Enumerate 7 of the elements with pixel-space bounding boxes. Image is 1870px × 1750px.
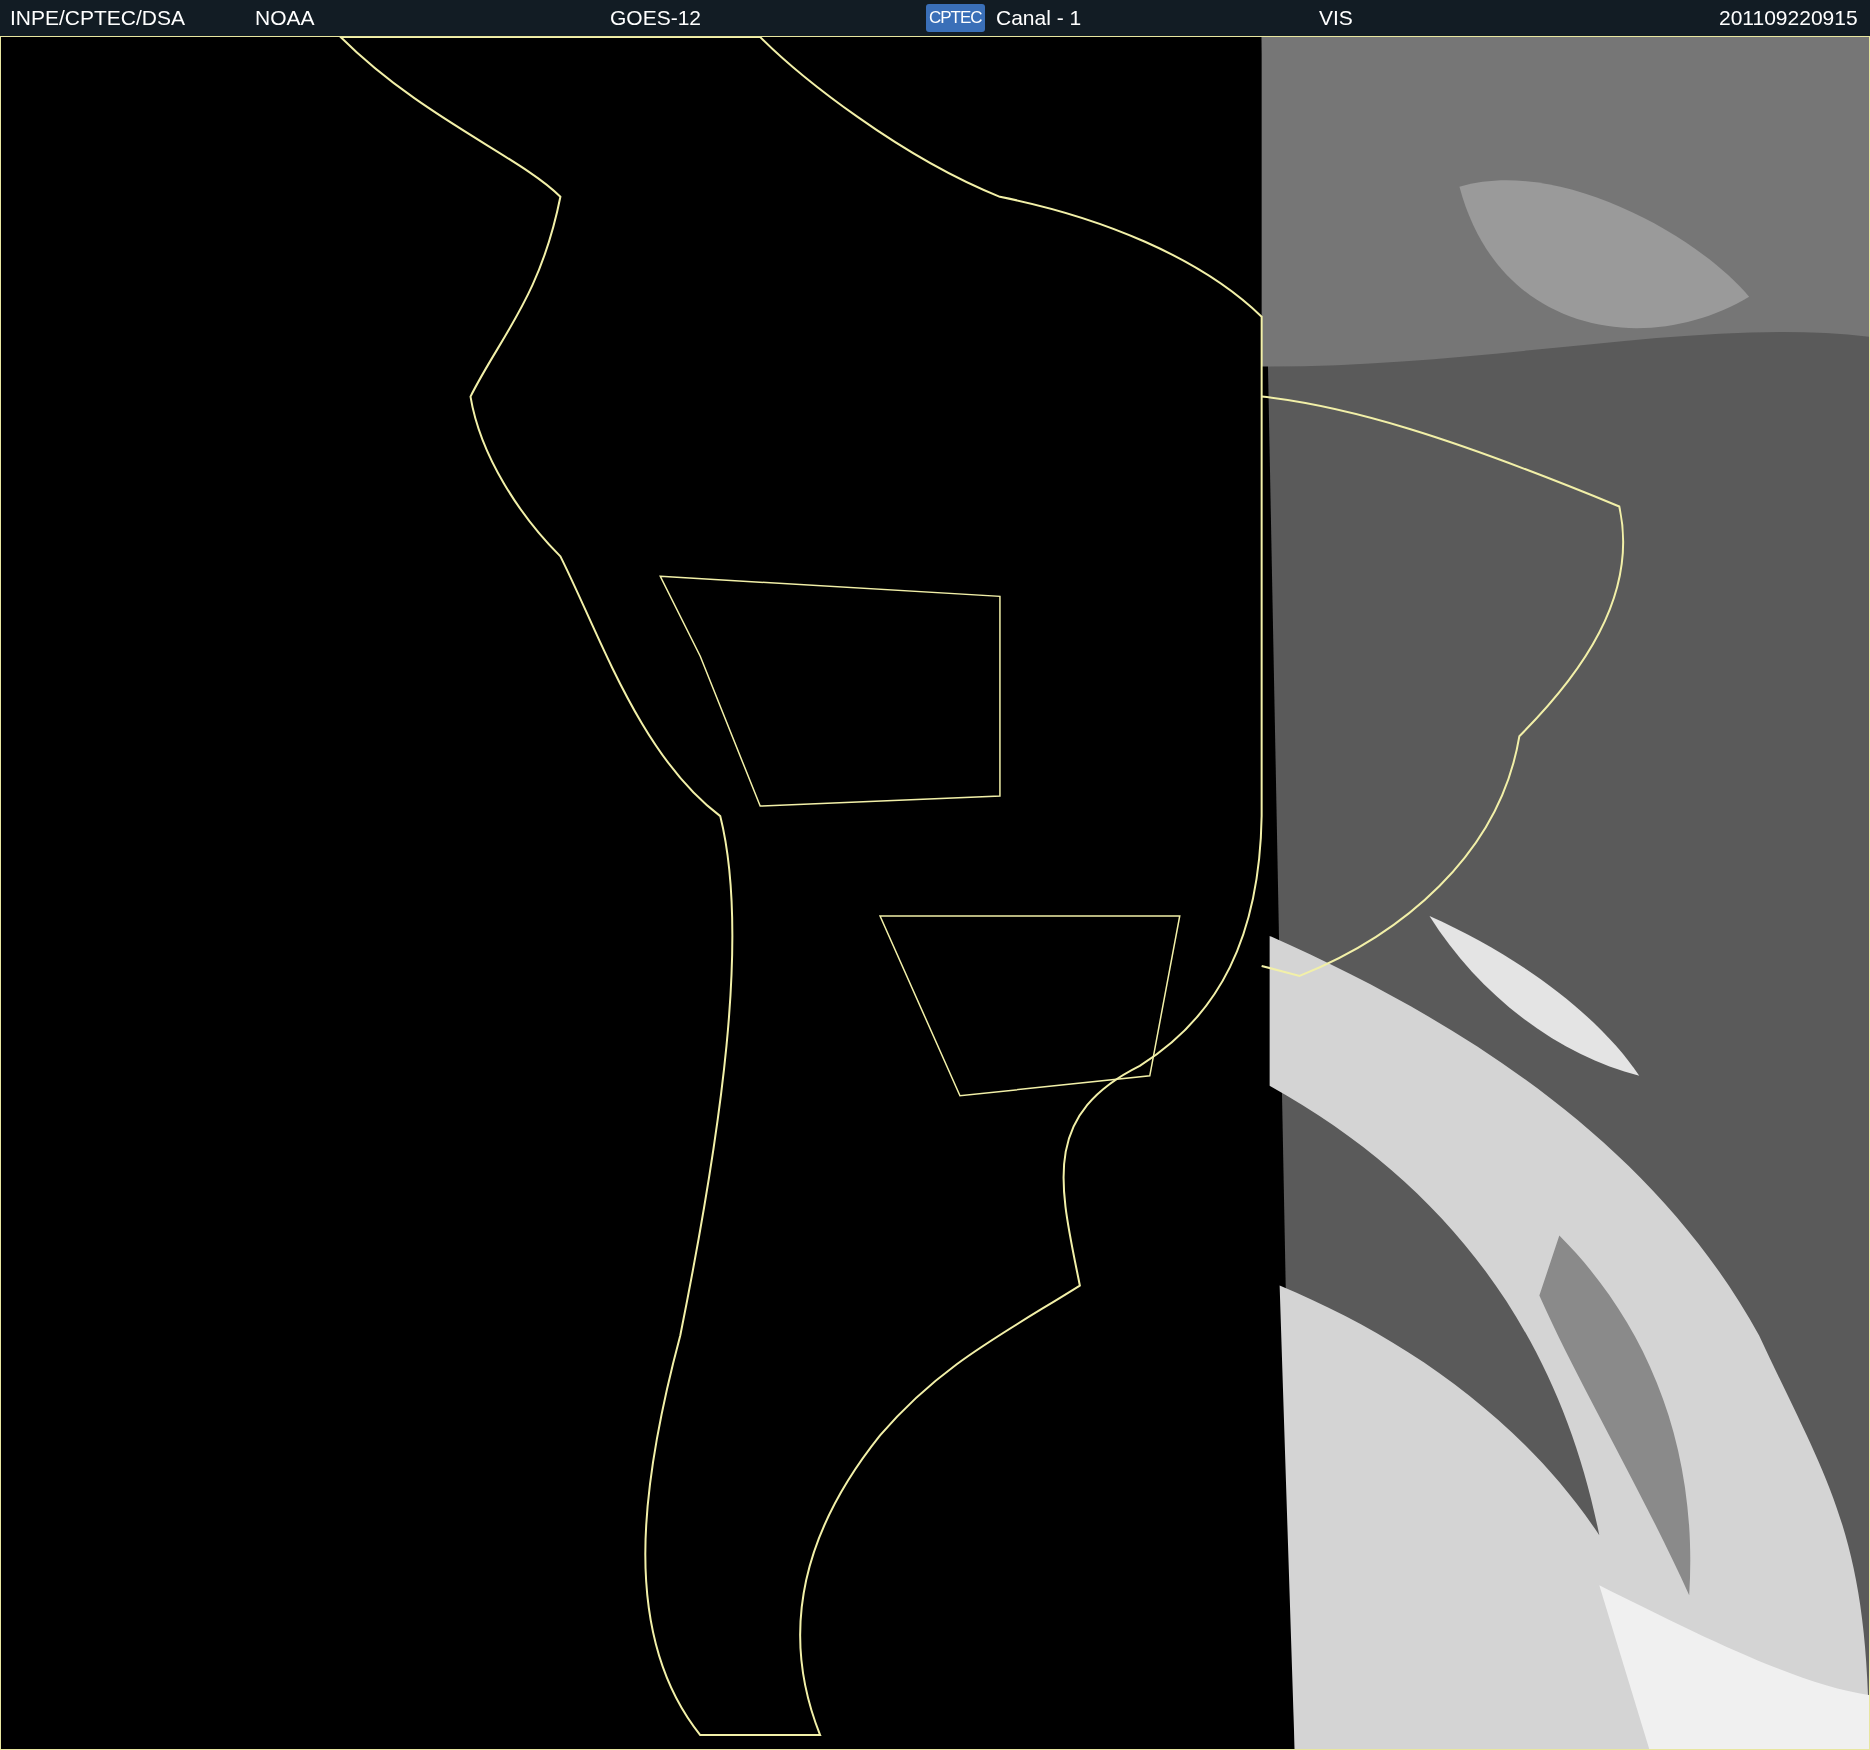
timestamp-label: 201109220915: [1719, 6, 1858, 30]
logo: CPTEC: [926, 4, 985, 32]
satellite-label: GOES-12: [610, 6, 702, 30]
source-label: INPE/CPTEC/DSA: [10, 6, 186, 30]
channel-label: Canal - 1: [996, 6, 1082, 30]
agency-label: NOAA: [255, 6, 315, 30]
band-label: VIS: [1319, 6, 1353, 30]
